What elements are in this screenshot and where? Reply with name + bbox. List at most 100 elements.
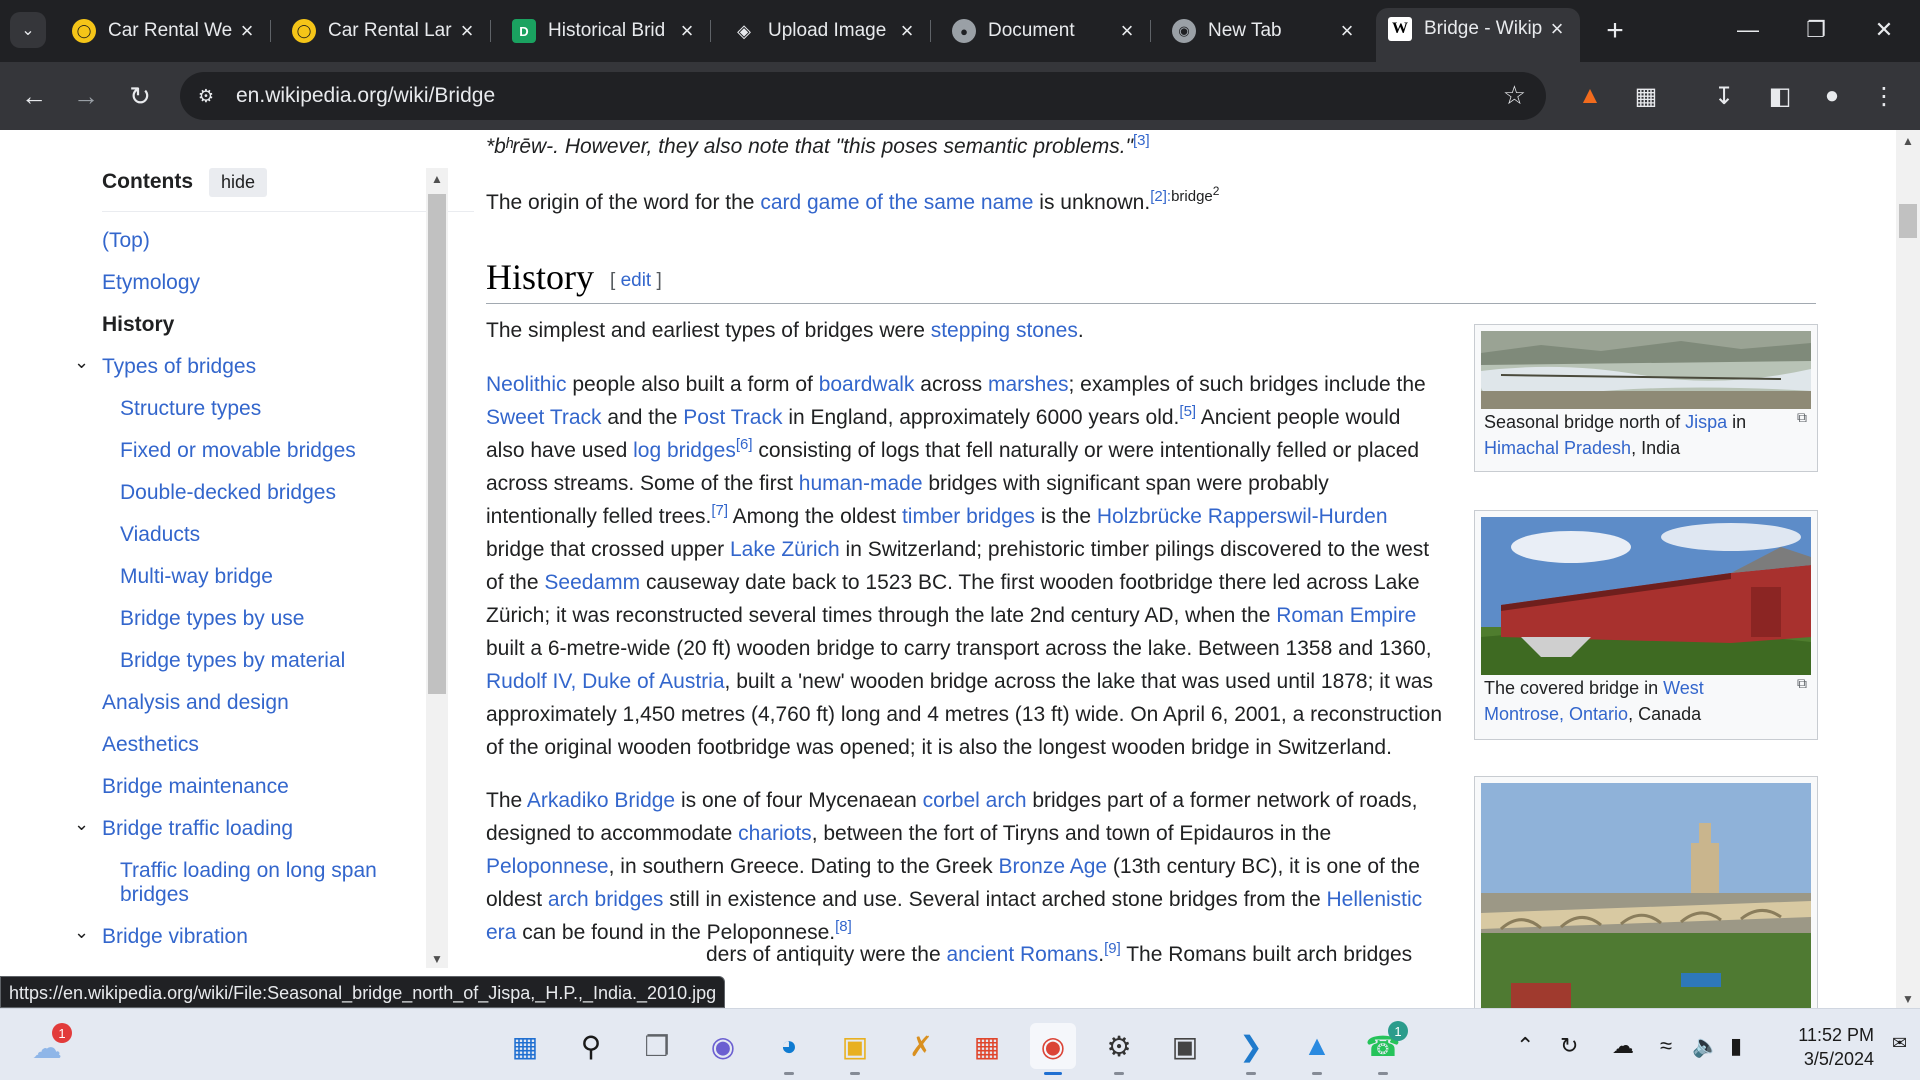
scroll-down-arrow-icon[interactable]: ▼	[1896, 992, 1920, 1006]
toc-scroll-thumb[interactable]	[428, 194, 446, 694]
reference-link[interactable]: [8]	[835, 918, 852, 935]
caption-link[interactable]: Himachal Pradesh	[1484, 438, 1631, 458]
close-icon[interactable]: ×	[1336, 18, 1358, 44]
url-text[interactable]: en.wikipedia.org/wiki/Bridge	[236, 84, 495, 108]
article-link[interactable]: arch bridges	[548, 888, 664, 911]
article-link[interactable]: Post Track	[683, 406, 782, 429]
minimize-button[interactable]: —	[1720, 12, 1776, 48]
game-app[interactable]: ⚙	[1096, 1023, 1142, 1075]
close-icon[interactable]: ×	[1116, 18, 1138, 44]
arch-bridge-image[interactable]	[1481, 783, 1811, 1008]
tray-overflow-chevron-icon[interactable]: ⌃	[1516, 1033, 1534, 1059]
meet-app[interactable]: ◉	[700, 1023, 746, 1069]
reference-link[interactable]: [3]	[1133, 132, 1150, 149]
profile-avatar-icon[interactable]: ●	[1814, 78, 1850, 114]
article-link[interactable]: corbel arch	[923, 789, 1027, 812]
chevron-down-icon[interactable]: ⌄	[74, 922, 89, 943]
article-link[interactable]: Roman Empire	[1276, 604, 1416, 627]
toc-item-traffic-loading[interactable]: Bridge traffic loading	[102, 816, 293, 841]
close-icon[interactable]: ×	[896, 18, 918, 44]
cloud-off-icon[interactable]: ☁	[1612, 1033, 1634, 1059]
chrome-app[interactable]: ◉	[1030, 1023, 1076, 1075]
more-menu-icon[interactable]: ⋮	[1866, 78, 1902, 114]
start-button[interactable]: ▦	[502, 1023, 548, 1069]
store-app[interactable]: ▦	[964, 1023, 1010, 1069]
tab-upload-image[interactable]: ◈ Upload Image ×	[720, 10, 931, 52]
bookmark-star-icon[interactable]: ☆	[1503, 80, 1526, 111]
volume-icon[interactable]: 🔈	[1692, 1033, 1719, 1059]
edge-app[interactable]: ◕	[766, 1023, 812, 1075]
page-scrollbar[interactable]: ▲ ▼	[1896, 130, 1920, 1008]
article-link[interactable]: marshes	[988, 373, 1069, 396]
article-link[interactable]: Lake Zürich	[730, 538, 840, 561]
scroll-down-arrow-icon[interactable]: ▼	[426, 952, 448, 966]
toc-item-long-span-cont[interactable]: bridges	[120, 882, 189, 907]
article-link[interactable]: stepping stones	[931, 319, 1078, 342]
toc-item-types-by-material[interactable]: Bridge types by material	[120, 648, 345, 673]
fifa-app[interactable]: ▣	[1162, 1023, 1208, 1069]
toc-item-multi-way[interactable]: Multi-way bridge	[120, 564, 273, 589]
scroll-up-arrow-icon[interactable]: ▲	[426, 172, 448, 186]
back-button[interactable]: ←	[16, 78, 52, 114]
close-icon[interactable]: ×	[456, 18, 478, 44]
enlarge-icon[interactable]: ⧉	[1797, 675, 1807, 692]
article-link[interactable]: Bronze Age	[998, 855, 1107, 878]
toc-item-structure-types[interactable]: Structure types	[120, 396, 261, 421]
toc-item-long-span[interactable]: Traffic loading on long span	[120, 858, 377, 883]
reference-link[interactable]: [2]:	[1150, 188, 1171, 205]
edit-section-link[interactable]: [ edit ]	[610, 270, 662, 292]
article-link[interactable]: Rudolf IV, Duke of Austria	[486, 670, 725, 693]
edit-link[interactable]: edit	[621, 270, 652, 291]
article-link[interactable]: Neolithic	[486, 373, 567, 396]
tab-bridge-wikipedia[interactable]: W Bridge - Wikip ×	[1376, 8, 1580, 62]
article-link[interactable]: Arkadiko Bridge	[527, 789, 675, 812]
page-scroll-thumb[interactable]	[1899, 204, 1917, 238]
reference-link[interactable]: [6]	[736, 436, 753, 453]
tools-app[interactable]: ✗	[898, 1023, 944, 1069]
tab-car-rental-1[interactable]: ◯ Car Rental We ×	[60, 10, 271, 52]
address-bar[interactable]: ⚙ en.wikipedia.org/wiki/Bridge ☆	[180, 72, 1546, 120]
tab-car-rental-2[interactable]: ◯ Car Rental Lar ×	[280, 10, 491, 52]
sync-icon[interactable]: ↻	[1560, 1033, 1578, 1059]
extensions-puzzle-icon[interactable]: ▦	[1628, 78, 1664, 114]
article-link[interactable]: Peloponnese	[486, 855, 609, 878]
system-clock[interactable]: 11:52 PM 3/5/2024	[1764, 1023, 1874, 1071]
site-settings-icon[interactable]: ⚙	[194, 84, 218, 108]
scroll-up-arrow-icon[interactable]: ▲	[1896, 134, 1920, 148]
close-window-button[interactable]: ✕	[1856, 12, 1912, 48]
tab-search-button[interactable]: ⌄	[10, 12, 46, 48]
vscode-app[interactable]: ❯	[1228, 1023, 1274, 1075]
weather-widget[interactable]: ☁ 1	[24, 1023, 72, 1071]
toc-item-vibration[interactable]: Bridge vibration	[102, 924, 248, 949]
notifications-icon[interactable]: ✉	[1892, 1033, 1907, 1054]
toc-item-etymology[interactable]: Etymology	[102, 270, 200, 295]
search-button[interactable]: ⚲	[568, 1023, 614, 1069]
article-link[interactable]: boardwalk	[819, 373, 915, 396]
tab-new-tab[interactable]: ◉ New Tab ×	[1160, 10, 1370, 52]
toc-hide-button[interactable]: hide	[209, 168, 268, 197]
article-link[interactable]: log bridges	[633, 439, 736, 462]
battery-icon[interactable]: ▮	[1730, 1033, 1742, 1059]
enlarge-icon[interactable]: ⧉	[1797, 409, 1807, 426]
wifi-icon[interactable]: ≈	[1660, 1033, 1672, 1059]
toc-item-double-decked[interactable]: Double-decked bridges	[120, 480, 336, 505]
caption-link[interactable]: Jispa	[1685, 412, 1727, 432]
article-link[interactable]: timber bridges	[902, 505, 1035, 528]
toc-scrollbar[interactable]: ▲ ▼	[426, 168, 448, 968]
article-link[interactable]: card game of the same name	[760, 191, 1033, 214]
download-icon[interactable]: ↧	[1706, 78, 1742, 114]
close-icon[interactable]: ×	[676, 18, 698, 44]
toc-item-top[interactable]: (Top)	[102, 228, 150, 253]
article-link[interactable]: Seedamm	[544, 571, 640, 594]
close-icon[interactable]: ×	[1546, 16, 1568, 42]
restore-button[interactable]: ❐	[1788, 12, 1844, 48]
close-icon[interactable]: ×	[236, 18, 258, 44]
article-link[interactable]: Holzbrücke Rapperswil-Hurden	[1097, 505, 1388, 528]
toc-item-fixed-movable[interactable]: Fixed or movable bridges	[120, 438, 356, 463]
toc-item-aesthetics[interactable]: Aesthetics	[102, 732, 199, 757]
reference-link[interactable]: [7]	[711, 502, 728, 519]
file-explorer-app[interactable]: ▣	[832, 1023, 878, 1075]
extension-flame-icon[interactable]: ▲	[1572, 78, 1608, 114]
reference-link[interactable]: [9]	[1104, 940, 1121, 957]
task-view-button[interactable]: ❐	[634, 1023, 680, 1069]
